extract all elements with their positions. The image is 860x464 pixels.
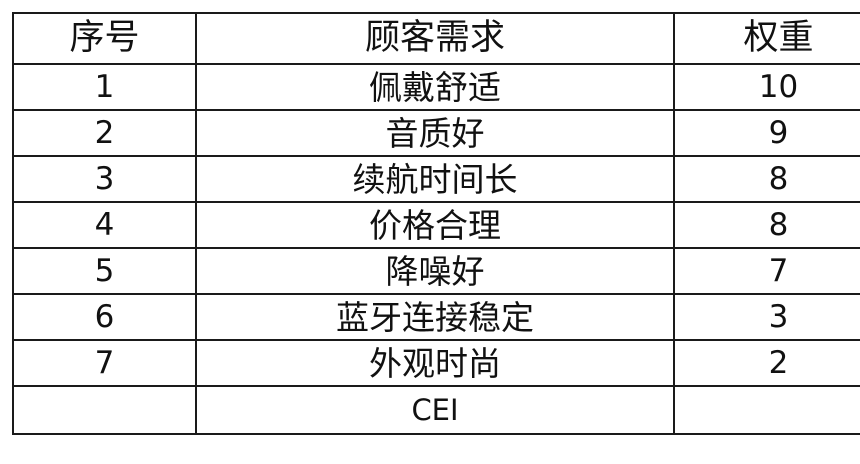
table-row: 5 降噪好 7	[12, 247, 860, 295]
table-row: 4 价格合理 8	[12, 201, 860, 249]
customer-requirements-table: 序号 顾客需求 权重 1 佩戴舒适 10 2 音质好 9 3 续航时间长 8 4…	[12, 12, 860, 435]
row-weight: 8	[673, 155, 860, 203]
row-index: 6	[12, 293, 197, 341]
row-requirement: 降噪好	[195, 247, 675, 295]
row-weight: 8	[673, 201, 860, 249]
row-weight: 3	[673, 293, 860, 341]
row-requirement: 音质好	[195, 109, 675, 157]
row-weight: 7	[673, 247, 860, 295]
table-row: 7 外观时尚 2	[12, 339, 860, 387]
cei-weight-cell	[673, 385, 860, 435]
cei-label: CEI	[195, 385, 675, 435]
row-index: 1	[12, 63, 197, 111]
row-requirement: 续航时间长	[195, 155, 675, 203]
table-row: 1 佩戴舒适 10	[12, 63, 860, 111]
cei-index-cell	[12, 385, 197, 435]
header-requirement: 顾客需求	[195, 12, 675, 65]
row-index: 5	[12, 247, 197, 295]
row-index: 7	[12, 339, 197, 387]
table-row: 2 音质好 9	[12, 109, 860, 157]
row-requirement: 价格合理	[195, 201, 675, 249]
customer-requirements-sheet: 序号 顾客需求 权重 1 佩戴舒适 10 2 音质好 9 3 续航时间长 8 4…	[12, 12, 860, 464]
header-index: 序号	[12, 12, 197, 65]
row-weight: 9	[673, 109, 860, 157]
header-row: 序号 顾客需求 权重	[12, 12, 860, 65]
row-requirement: 蓝牙连接稳定	[195, 293, 675, 341]
row-weight: 10	[673, 63, 860, 111]
row-weight: 2	[673, 339, 860, 387]
table-row: 3 续航时间长 8	[12, 155, 860, 203]
header-weight: 权重	[673, 12, 860, 65]
row-index: 3	[12, 155, 197, 203]
row-index: 2	[12, 109, 197, 157]
table-row: 6 蓝牙连接稳定 3	[12, 293, 860, 341]
row-requirement: 佩戴舒适	[195, 63, 675, 111]
row-index: 4	[12, 201, 197, 249]
cei-row: CEI	[12, 385, 860, 435]
row-requirement: 外观时尚	[195, 339, 675, 387]
